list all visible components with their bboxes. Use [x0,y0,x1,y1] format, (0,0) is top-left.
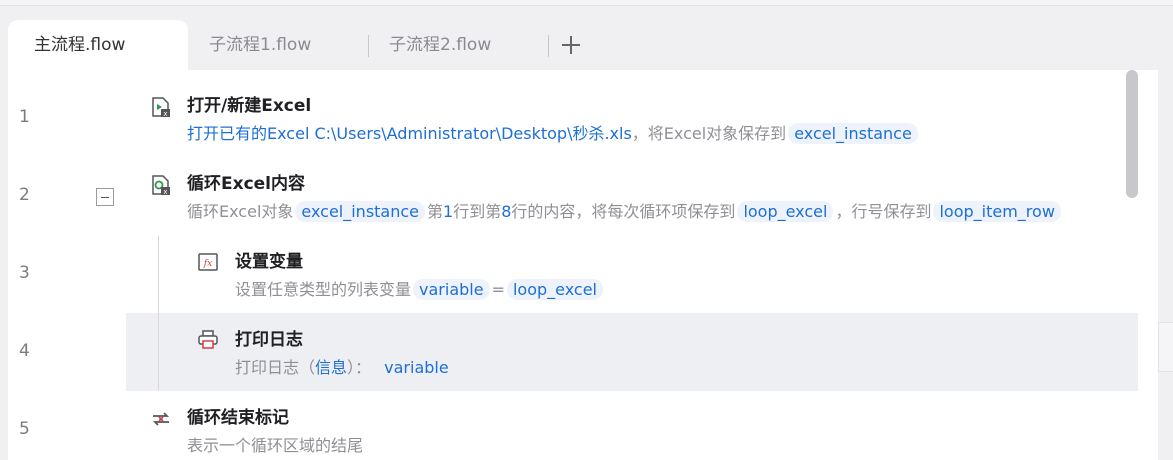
variable-chip[interactable]: loop_item_row [933,201,1061,222]
desc-text: 第 [427,202,444,221]
desc-text: 设置任意类型的列表变量 [235,280,412,299]
svg-text:x: x [163,110,167,118]
line-number: 1 [19,107,30,127]
vertical-scrollbar[interactable] [1126,70,1138,198]
loop-end-icon [150,408,172,430]
print-log-icon [197,328,219,350]
plus-icon[interactable] [559,30,583,60]
row-end-value: 8 [501,202,512,221]
row-start-value: 1 [443,202,454,221]
equals-sign: = [491,280,505,299]
variable-chip[interactable]: variable [378,357,455,378]
step-description: 打开已有的Excel C:\Users\Administrator\Deskto… [187,120,920,144]
variable-chip[interactable]: loop_excel [506,279,603,300]
collapse-icon[interactable] [96,188,114,206]
step-description: 循环Excel对象 excel_instance 第1行到第8行的内容，将每次循环项… [187,198,1063,222]
desc-text: 打印日志（ [235,358,316,377]
loop-indent-guide [158,236,159,390]
variable-chip[interactable]: loop_excel [737,201,834,222]
file-path-text: 打开已有的Excel C:\Users\Administrator\Deskto… [187,124,632,143]
log-level: 信息 [315,358,348,377]
step-description: 打印日志（信息）： variable [235,354,457,378]
step-title: 设置变量 [235,252,303,272]
tab-separator [548,35,549,57]
step-title: 循环结束标记 [187,408,289,428]
flow-editor: 1 2 3 4 5 x 打开/新建Excel 打开已有的Excel C:\Use… [8,70,1158,460]
step-description: 表示一个循环区域的结尾 [187,436,364,455]
step-description: 设置任意类型的列表变量 variable = loop_excel [235,276,605,300]
tab-subflow-2[interactable]: 子流程2.flow [368,20,548,70]
desc-text: 行的内容，将每次循环项保存到 [511,202,736,221]
window-top-bar [0,0,1173,6]
line-number: 5 [19,419,30,439]
svg-text:x: x [163,188,167,196]
line-number: 2 [19,185,30,205]
tab-bar: 主流程.flow 子流程1.flow 子流程2.flow [0,20,1173,70]
line-number: 4 [19,341,30,361]
desc-text: ，行号保存到 [835,202,932,221]
tab-label: 主流程.flow [34,35,126,55]
desc-text: 行到第 [453,202,502,221]
set-variable-icon: fx [197,251,219,273]
step-title: 打开/新建Excel [187,96,312,116]
tab-subflow-1[interactable]: 子流程1.flow [188,20,368,70]
desc-text: ）： [347,358,372,377]
desc-text: ，将Excel对象保存到 [631,124,787,143]
tab-label: 子流程2.flow [389,35,492,55]
step-title: 打印日志 [235,330,303,350]
variable-chip[interactable]: excel_instance [295,201,426,222]
desc-text: 循环Excel对象 [187,202,294,221]
variable-chip[interactable]: variable [413,279,490,300]
line-number: 3 [19,263,30,283]
variable-chip[interactable]: excel_instance [788,123,918,144]
excel-open-icon: x [150,96,172,118]
side-panel-handle[interactable] [1158,322,1173,372]
tab-main-flow[interactable]: 主流程.flow [8,20,188,70]
step-title: 循环Excel内容 [187,174,306,194]
excel-loop-icon: x [150,174,172,196]
tab-label: 子流程1.flow [209,35,312,55]
svg-text:fx: fx [203,259,212,269]
line-gutter: 1 2 3 4 5 [8,70,126,460]
